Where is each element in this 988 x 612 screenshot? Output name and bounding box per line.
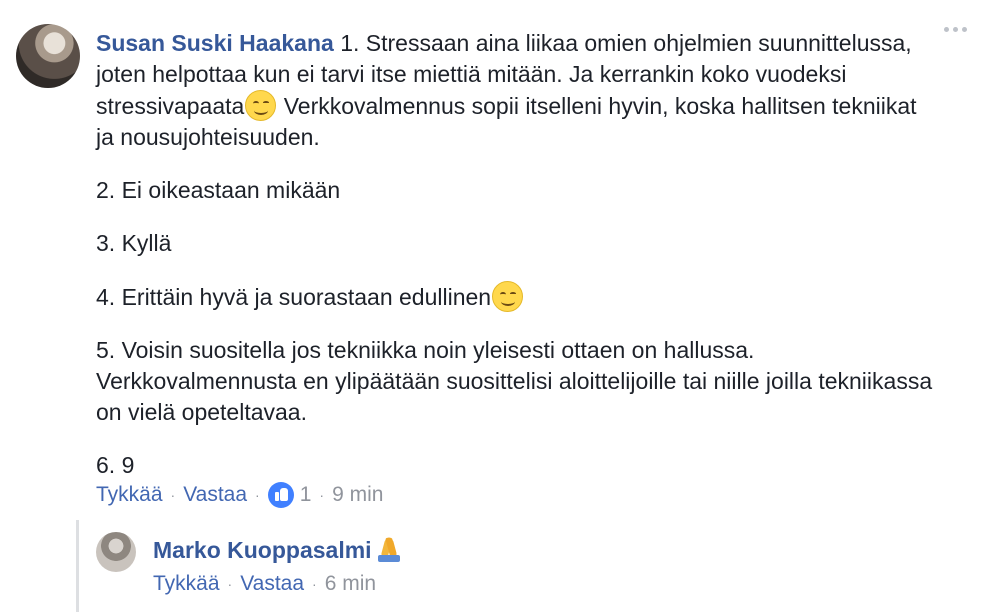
comment-paragraph-1: Susan Suski Haakana 1. Stressaan aina li… [96, 28, 936, 153]
dot [962, 27, 967, 32]
separator: · [227, 576, 233, 592]
praying-hands-icon [376, 535, 402, 563]
reply-author-link[interactable]: Marko Kuoppasalmi [153, 537, 372, 563]
like-link[interactable]: Tykkää [96, 481, 163, 509]
comment-timestamp[interactable]: 9 min [332, 481, 383, 509]
comment-author-link[interactable]: Susan Suski Haakana [96, 30, 334, 56]
separator: · [312, 576, 317, 592]
dot [953, 27, 958, 32]
comment-text-4: 4. Erittäin hyvä ja suorastaan edullinen [96, 284, 492, 310]
smiling-face-icon [245, 90, 277, 121]
like-count[interactable]: 1 [300, 481, 312, 509]
comment-paragraph-3: 3. Kyllä [96, 230, 172, 256]
reply-reply-link[interactable]: Vastaa [240, 570, 304, 598]
comment-paragraph-2: 2. Ei oikeastaan mikään [96, 177, 341, 203]
smiling-face-icon [492, 281, 524, 312]
reply-body: Marko Kuoppasalmi [153, 535, 402, 565]
dot [944, 27, 949, 32]
comment-paragraph-5: 5. Voisin suositella jos tekniikka noin … [96, 337, 933, 425]
separator: · [170, 487, 176, 503]
reply-like-link[interactable]: Tykkää [153, 570, 220, 598]
separator: · [319, 487, 325, 503]
like-thumb-icon[interactable] [267, 482, 294, 508]
comment-paragraph-6: 6. 9 [96, 452, 135, 478]
comment-actions: Tykkää · Vastaa · 1 · 9 min [96, 481, 383, 509]
reply-actions: Tykkää · Vastaa · 6 min [153, 570, 376, 598]
separator: · [255, 487, 260, 503]
comment-paragraph-4: 4. Erittäin hyvä ja suorastaan edullinen [96, 281, 936, 313]
reply-timestamp[interactable]: 6 min [325, 570, 376, 598]
more-options-icon[interactable] [944, 27, 967, 32]
reply-thread-line [76, 520, 79, 612]
reply-avatar[interactable] [96, 532, 136, 572]
commenter-avatar[interactable] [16, 24, 80, 88]
reply-link[interactable]: Vastaa [183, 481, 247, 509]
comment-body: Susan Suski Haakana 1. Stressaan aina li… [96, 28, 936, 481]
